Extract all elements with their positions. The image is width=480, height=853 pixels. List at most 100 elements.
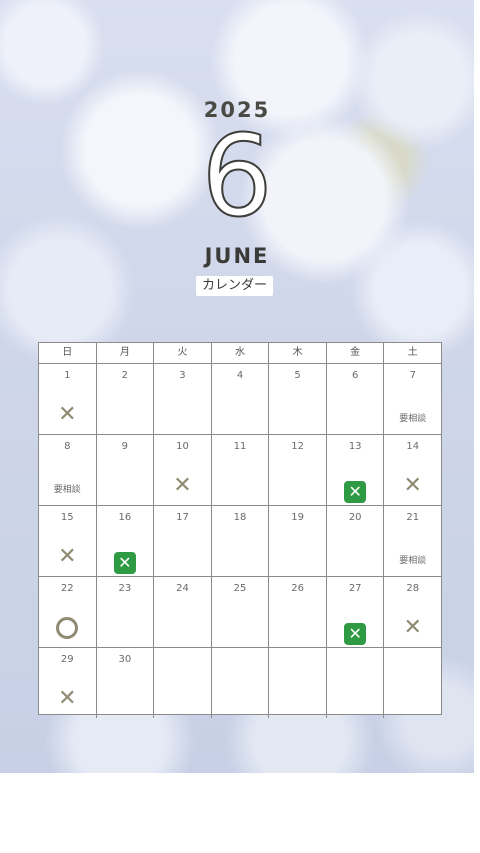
day-number: 12 <box>291 441 304 452</box>
weekday-tue: 火 <box>154 343 212 363</box>
calendar-day-cell: 9 <box>97 435 155 505</box>
calendar-day-cell: 20 <box>327 506 385 576</box>
day-number: 19 <box>291 512 304 523</box>
calendar-day-cell: 12 <box>269 435 327 505</box>
month-number: 6 <box>200 111 273 243</box>
day-number: 25 <box>233 583 247 594</box>
calendar-day-cell: 8 要相談 <box>39 435 97 505</box>
calendar-week-row: 22 23 24 25 26 27 ✕ 28 ✕ <box>39 577 441 648</box>
day-number: 4 <box>236 370 244 381</box>
calendar-week-row: 29 ✕ 30 <box>39 648 441 718</box>
day-number: 6 <box>351 370 359 381</box>
calendar-day-cell: 6 <box>327 364 385 434</box>
cross-mark-icon: ✕ <box>173 473 192 498</box>
calendar-week-row: 15 ✕ 16 ✕ 17 18 19 20 21 要相談 <box>39 506 441 577</box>
cross-mark-icon: ✕ <box>403 473 422 498</box>
calendar-day-cell: 27 ✕ <box>327 577 385 647</box>
calendar-day-cell: 7 要相談 <box>384 364 441 434</box>
day-number: 9 <box>121 441 129 452</box>
weekday-sat: 土 <box>407 347 418 358</box>
calendar-day-cell: 24 <box>154 577 212 647</box>
calendar-day-cell: 13 ✕ <box>327 435 385 505</box>
day-note: 要相談 <box>399 556 427 566</box>
day-number: 29 <box>60 654 74 665</box>
calendar-day-cell: 22 <box>39 577 97 647</box>
weekday-sun: 日 <box>39 343 97 363</box>
circle-mark-icon <box>56 617 79 639</box>
calendar-day-cell: 14 ✕ <box>384 435 441 505</box>
calendar-week-row: 1 ✕ 2 3 4 5 6 7 要相談 <box>39 364 441 435</box>
calendar-day-cell: 28 ✕ <box>384 577 441 647</box>
day-number: 26 <box>291 583 304 594</box>
weekday-fri: 金 <box>327 343 385 363</box>
calendar-week-row: 8 要相談 9 10 ✕ 11 12 13 ✕ 14 ✕ <box>39 435 441 506</box>
calendar-day-cell: 29 ✕ <box>39 648 97 718</box>
day-number: 21 <box>406 512 420 523</box>
cross-mark-icon: ✕ <box>58 686 77 711</box>
calendar-day-cell: 10 ✕ <box>154 435 212 505</box>
day-number <box>384 653 441 666</box>
day-number <box>327 653 384 666</box>
calendar-day-cell: 18 <box>212 506 270 576</box>
day-number: 28 <box>406 583 420 594</box>
day-number: 22 <box>60 583 74 594</box>
calendar-day-cell: 21 要相談 <box>384 506 441 576</box>
weekday-thu: 木 <box>269 343 327 363</box>
calendar-day-cell <box>384 648 441 718</box>
day-number: 27 <box>348 583 362 594</box>
day-number: 2 <box>121 370 129 381</box>
cross-mark-icon: ✕ <box>58 402 77 427</box>
calendar-day-cell <box>327 648 385 718</box>
day-number: 11 <box>233 441 247 452</box>
calendar-day-cell: 3 <box>154 364 212 434</box>
day-number: 13 <box>348 441 362 452</box>
green-cross-mark-icon: ✕ <box>113 552 136 574</box>
calendar-weeks: 1 ✕ 2 3 4 5 6 7 要相談 8 要相談 9 10 ✕ 11 12 13 ✕ 14 ✕ 15 ✕ 16 ✕ 17 18 1… <box>39 364 441 718</box>
calendar-day-cell: 2 <box>97 364 155 434</box>
calendar-day-cell: 26 <box>269 577 327 647</box>
day-number: 10 <box>176 441 189 452</box>
day-number <box>154 653 211 666</box>
calendar-day-cell: 15 ✕ <box>39 506 97 576</box>
day-number: 23 <box>118 583 132 594</box>
day-note: 要相談 <box>399 414 427 424</box>
calendar-day-cell: 19 <box>269 506 327 576</box>
month-name: JUNE <box>204 244 270 268</box>
calendar-day-cell: 4 <box>212 364 270 434</box>
calendar-day-cell <box>269 648 327 718</box>
cross-mark-icon: ✕ <box>403 615 422 640</box>
day-number: 17 <box>176 512 189 523</box>
calendar-day-cell <box>212 648 270 718</box>
weekday-header-row: 日 月 火 水 木 金 土 <box>39 343 441 364</box>
calendar-day-cell: 30 <box>97 648 155 718</box>
day-number <box>269 653 326 666</box>
day-number <box>212 653 269 666</box>
day-number: 16 <box>118 512 132 523</box>
weekday-wed: 水 <box>212 343 270 363</box>
day-number: 1 <box>64 370 71 381</box>
green-cross-mark-icon: ✕ <box>344 481 367 503</box>
calendar-day-cell: 16 ✕ <box>97 506 155 576</box>
day-number: 15 <box>60 512 74 523</box>
calendar-day-cell: 25 <box>212 577 270 647</box>
hydrangea-background: 2025 6 JUNE カレンダー 日 月 火 水 木 金 土 1 ✕ 2 3 4 5 6 7… <box>0 0 474 773</box>
calendar-day-cell: 5 <box>269 364 327 434</box>
cross-mark-icon: ✕ <box>58 544 77 569</box>
day-number: 20 <box>348 512 362 523</box>
day-number: 24 <box>176 583 189 594</box>
day-number: 8 <box>64 441 71 452</box>
day-note: 要相談 <box>53 485 81 495</box>
calendar-day-cell: 11 <box>212 435 270 505</box>
calendar-day-cell <box>154 648 212 718</box>
calendar-day-cell: 23 <box>97 577 155 647</box>
calendar-day-cell: 1 ✕ <box>39 364 97 434</box>
calendar-day-cell: 17 <box>154 506 212 576</box>
green-cross-mark-icon: ✕ <box>344 623 367 645</box>
day-number: 3 <box>179 370 186 381</box>
day-number: 7 <box>409 370 416 381</box>
day-number: 5 <box>294 370 301 381</box>
calendar-label: カレンダー <box>196 276 274 296</box>
calendar-grid: 日 月 火 水 木 金 土 1 ✕ 2 3 4 5 6 7 要相談 8 要相談 9 10 ✕ 11 12 13 ✕… <box>38 342 442 718</box>
day-number: 14 <box>406 441 420 452</box>
day-number: 30 <box>118 654 132 665</box>
